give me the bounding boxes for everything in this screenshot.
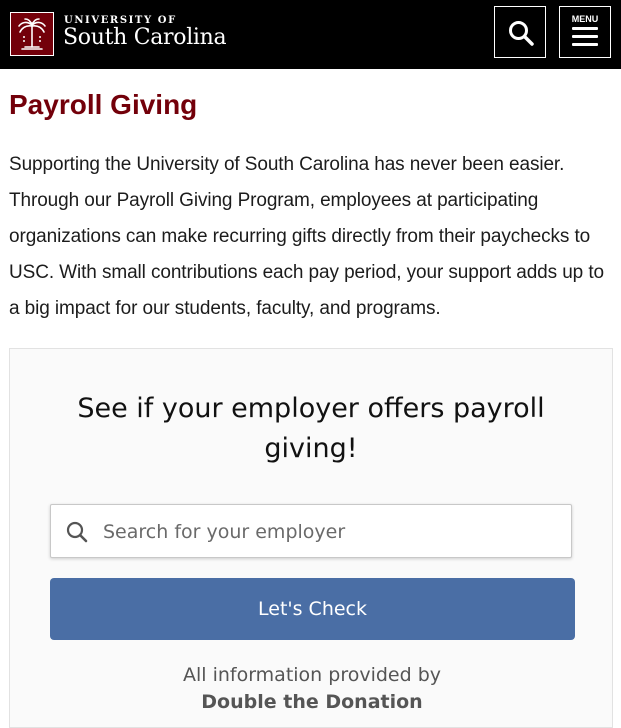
provided-by-label: All information provided by bbox=[182, 664, 442, 686]
intro-paragraph: Supporting the University of South Carol… bbox=[9, 154, 604, 319]
menu-label: MENU bbox=[571, 14, 599, 24]
page-title: Payroll Giving bbox=[9, 89, 198, 120]
search-icon bbox=[66, 521, 88, 543]
lets-check-button[interactable]: Let's Check bbox=[50, 578, 575, 640]
university-name[interactable]: South Carolina bbox=[63, 24, 227, 52]
menu-button[interactable]: MENU bbox=[559, 6, 611, 58]
palmetto-tree-icon bbox=[18, 18, 46, 50]
widget-heading: See if your employer offers payroll givi… bbox=[77, 393, 545, 464]
employer-search-field[interactable] bbox=[50, 504, 572, 559]
usc-logo[interactable] bbox=[10, 12, 54, 56]
employer-search-input[interactable] bbox=[101, 505, 565, 559]
header-search-button[interactable] bbox=[494, 6, 546, 58]
hamburger-menu-icon bbox=[572, 27, 598, 51]
employer-match-widget: See if your employer offers payroll givi… bbox=[9, 348, 613, 728]
provider-name: Double the Donation bbox=[201, 691, 423, 713]
site-header: UNIVERSITY OF South Carolina MENU bbox=[0, 0, 621, 69]
search-icon bbox=[509, 21, 534, 46]
